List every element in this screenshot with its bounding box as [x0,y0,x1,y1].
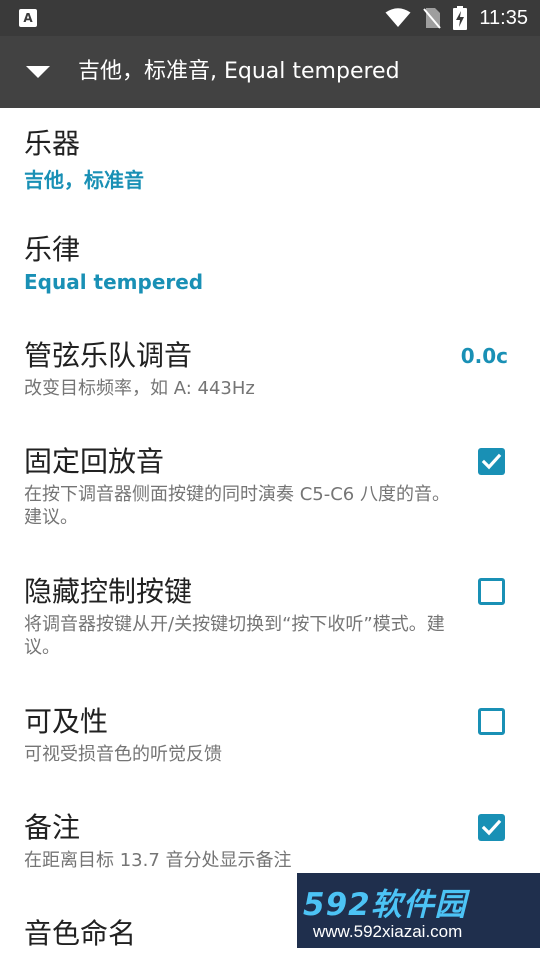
watermark-logo: 592软件园 www.592xiazai.com [297,873,540,948]
pref-title: 备注 [24,811,81,844]
pref-title: 管弦乐队调音 [24,339,193,372]
pref-summary: 在距离目标 13.7 音分处显示备注 [24,850,292,871]
pref-summary: 改变目标频率，如 A: 443Hz [24,378,255,399]
pref-accessibility[interactable]: 可及性 可视受损音色的听觉反馈 [0,686,540,792]
pref-title: 乐律 [24,233,81,266]
status-bar: A 11:35 [0,0,540,36]
pref-orchestra-tuning[interactable]: 管弦乐队调音 改变目标频率，如 A: 443Hz 0.0c [0,320,540,426]
pref-value: 吉他，标准音 [24,168,144,192]
clock: 11:35 [479,6,528,29]
wifi-icon [385,8,411,27]
pref-temperament[interactable]: 乐律 Equal tempered [0,214,540,320]
pref-title: 可及性 [24,705,109,738]
dropdown-triangle-icon[interactable] [20,60,56,84]
pref-hide-controls[interactable]: 隐藏控制按键 将调音器按键从开/关按键切换到“按下收听”模式。建议。 [0,556,540,686]
pref-value: Equal tempered [24,270,204,294]
battery-charging-icon [453,6,468,30]
status-icons: 11:35 [385,0,528,36]
watermark-url: www.592xiazai.com [313,922,463,941]
pref-title: 乐器 [24,127,81,160]
pref-title: 音色命名 [24,917,137,950]
pref-summary: 将调音器按键从开/关按键切换到“按下收听”模式。建议。 [24,614,445,658]
tuning-offset-value: 0.0c [460,344,508,368]
pref-instrument[interactable]: 乐器 吉他，标准音 [0,108,540,214]
app-notification-icon: A [19,9,37,27]
checkmark-icon [481,453,502,470]
hide-controls-checkbox[interactable] [478,578,505,605]
pref-summary: 可视受损音色的听觉反馈 [24,744,222,765]
pref-summary: 在按下调音器侧面按键的同时演奏 C5-C6 八度的音。建议。 [24,484,450,528]
pref-title: 隐藏控制按键 [24,575,193,608]
pref-title: 固定回放音 [24,445,165,478]
no-sim-icon [423,8,442,29]
accessibility-checkbox[interactable] [478,708,505,735]
notes-checkbox[interactable] [478,814,505,841]
toolbar-title[interactable]: 吉他，标准音, Equal tempered [78,36,400,108]
checkmark-icon [481,819,502,836]
fixed-playback-checkbox[interactable] [478,448,505,475]
app-toolbar: 吉他，标准音, Equal tempered [0,36,540,108]
watermark-brand: 592软件园 [303,887,467,923]
pref-fixed-playback[interactable]: 固定回放音 在按下调音器侧面按键的同时演奏 C5-C6 八度的音。建议。 [0,426,540,556]
